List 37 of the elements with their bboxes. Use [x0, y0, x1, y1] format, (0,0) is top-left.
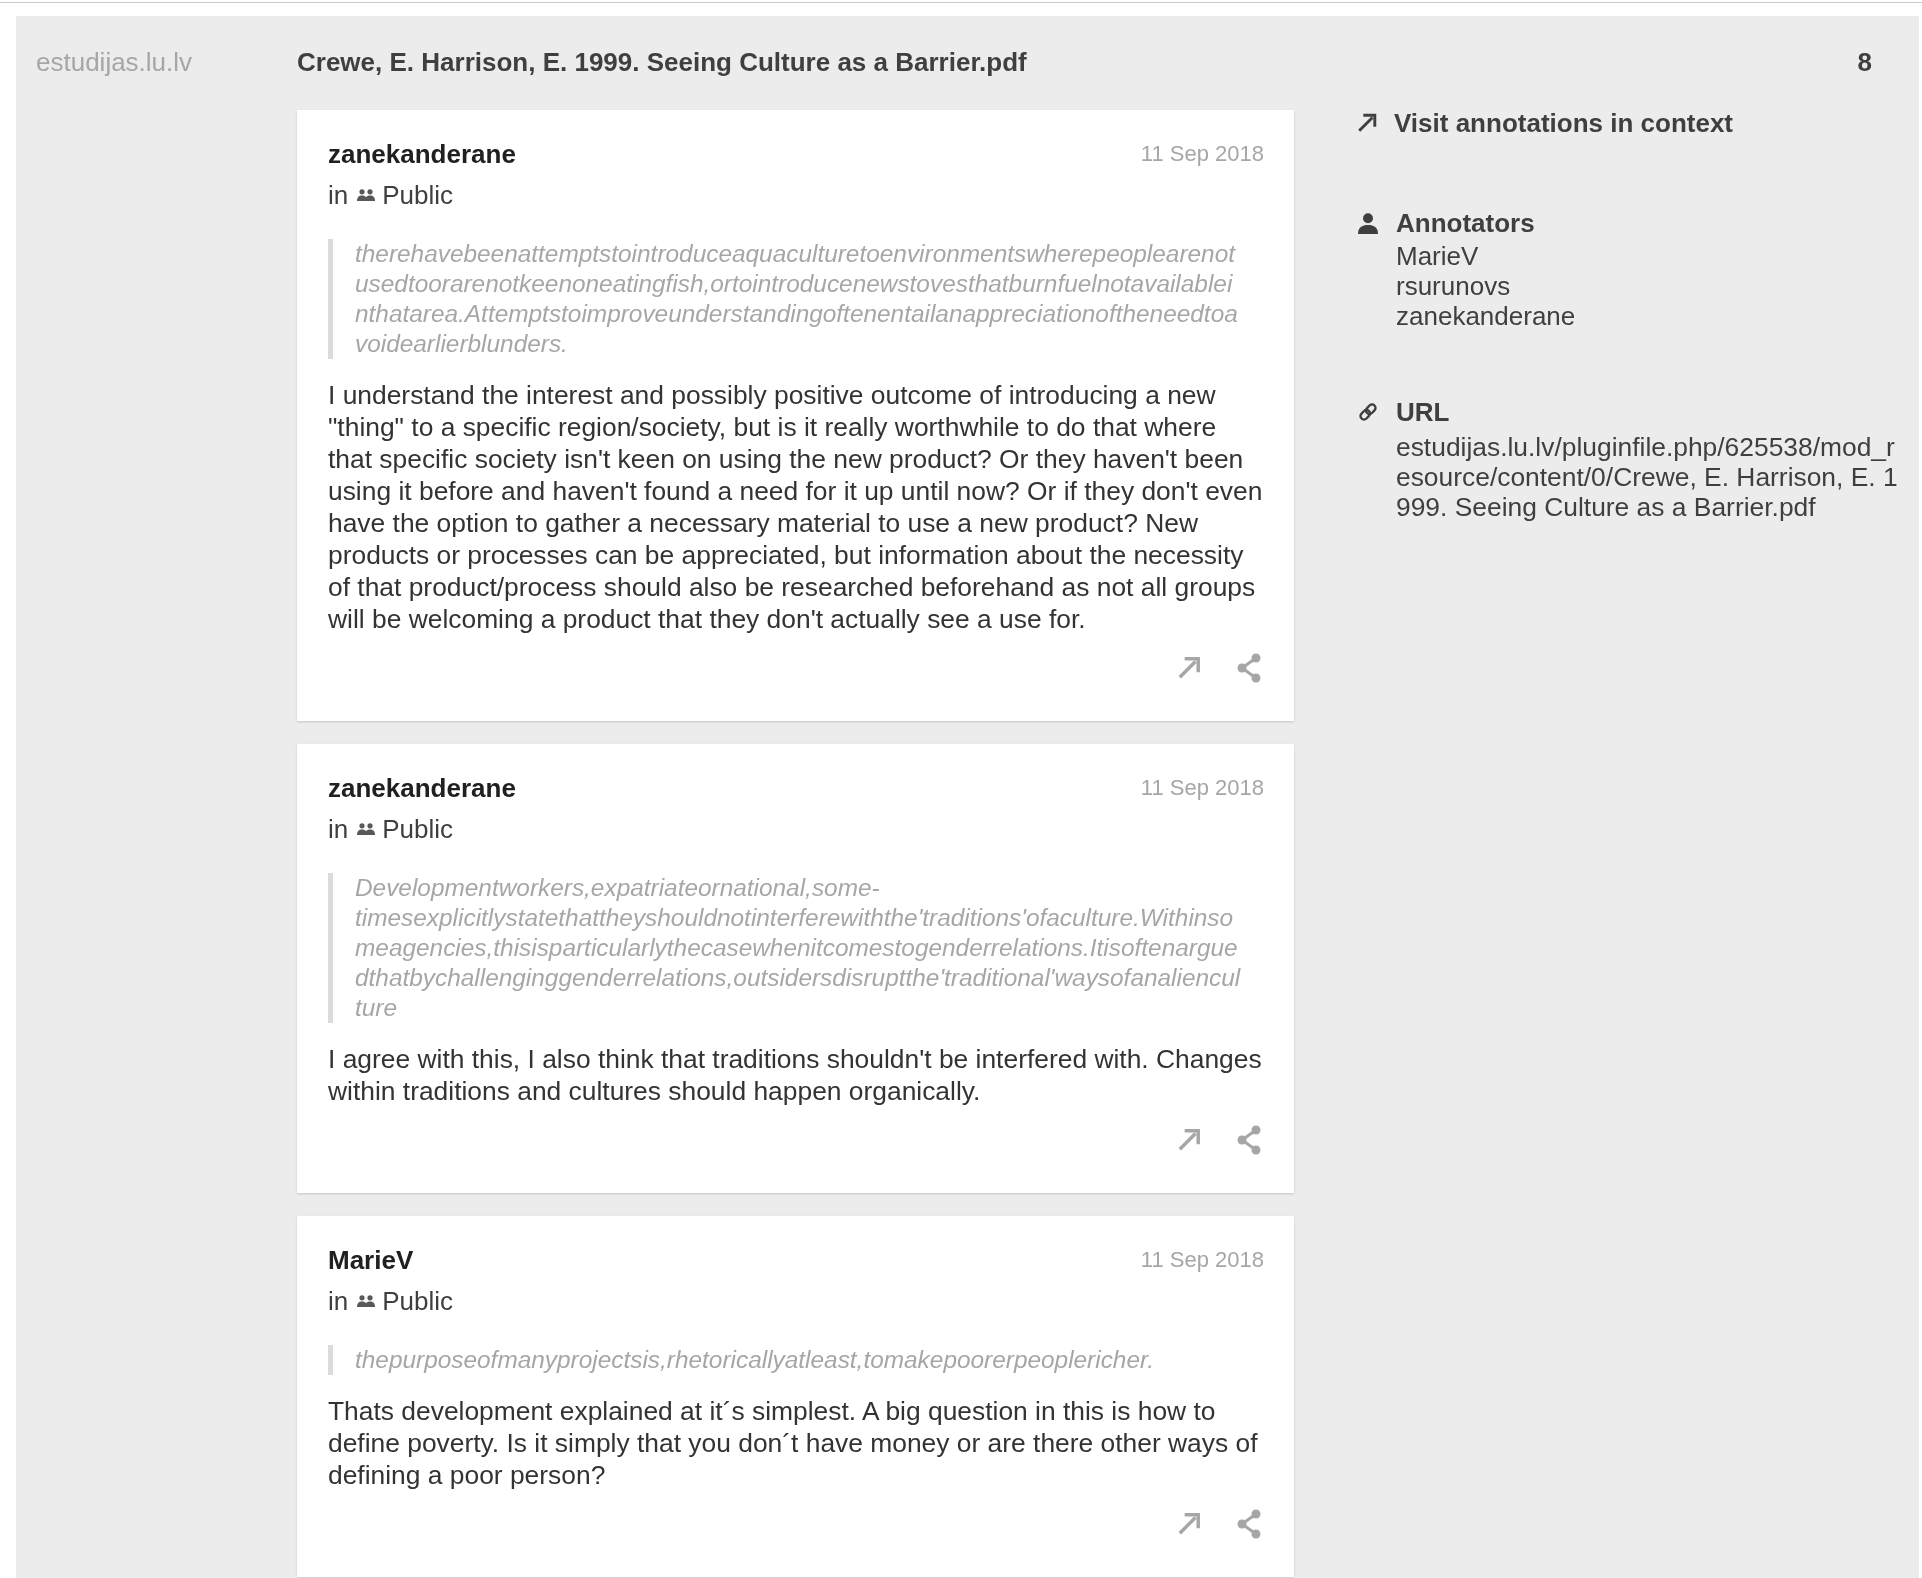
share-icon: [1237, 1125, 1261, 1155]
comment-text: I agree with this, I also think that traditions shouldn't be interfered with. Changes within traditions and cultures should happen organically.: [328, 1043, 1263, 1107]
scope-label: in: [328, 813, 349, 845]
link-icon: [1357, 401, 1379, 423]
scope-label: in: [328, 179, 349, 211]
visit-context-link[interactable]: Visit annotations in context: [1356, 108, 1733, 138]
annotator-name: rsurunovs: [1396, 271, 1511, 301]
people-icon: [357, 1295, 376, 1307]
annotation-count: 8: [1857, 46, 1872, 78]
quoted-text: Developmentworkers,expatriateornational,some-timesexplicitlystatethattheyshouldnotinterferewiththe'traditions'ofaculture.Withinsomeagencies,thisisparticularlythecasewhenitcomestogenderrelations.Itisoftenarguedthatbychallenginggenderrelations,outsidersdisruptthe'traditional'waysofanalienculture: [328, 873, 1264, 1023]
person-icon: [1358, 212, 1378, 234]
arrow-icon: [1176, 1127, 1202, 1153]
url-text: estudijas.lu.lv/pluginfile.php/625538/mod_resource/content/0/Crewe, E. Harrison, E. 1999. Seeing Culture as a Barrier.pdf: [1396, 432, 1899, 522]
share-icon: [1237, 653, 1261, 683]
annotators-heading: Annotators: [1396, 208, 1535, 238]
people-icon: [357, 823, 376, 835]
username-link[interactable]: MarieV: [328, 1244, 414, 1276]
username-link[interactable]: zanekanderane: [328, 138, 516, 170]
scope-label: in: [328, 1285, 349, 1317]
annotator-name: MarieV: [1396, 241, 1479, 271]
group-link[interactable]: Public: [357, 179, 454, 211]
people-icon: [357, 189, 376, 201]
comment-text: I understand the interest and possibly positive outcome of introducing a new "thing" to a specific region/society, but is it really worthwhile to do that where that specific society isn't keen on using the new product? Or they haven't been using it before and haven't found a need for it up until now? Or if they don't even have the option to gather a necessary material to use a new product? New products or processes can be appreciated, but information about the necessity of that product/process should also be researched beforehand as not all groups will be welcoming a product that they don't actually see a use for.: [328, 379, 1264, 635]
group-link[interactable]: Public: [357, 1285, 454, 1317]
quoted-text: thepurposeofmanyprojectsis,rhetoricallyatleast,tomakepoorerpeoplericher.: [328, 1345, 1264, 1375]
arrow-icon: [1356, 112, 1378, 134]
arrow-icon: [1176, 1511, 1202, 1537]
share-icon: [1237, 1509, 1261, 1539]
username-link[interactable]: zanekanderane: [328, 772, 516, 804]
arrow-icon: [1176, 655, 1202, 681]
document-title: Crewe, E. Harrison, E. 1999. Seeing Culture as a Barrier.pdf: [297, 46, 1027, 78]
site-name: estudijas.lu.lv: [36, 46, 193, 78]
comment-text: Thats development explained at it´s simplest. A big question in this is how to define poverty. Is it simply that you don´t have money or are there other ways of defining a poor person?: [328, 1395, 1259, 1491]
url-heading: URL: [1396, 397, 1450, 427]
group-link[interactable]: Public: [357, 813, 454, 845]
quoted-text: therehavebeenattemptstointroduceaquaculturetoenvironmentswherepeoplearenotusedtoorarenotkeenoneatingfish,ortointroducenewstovesthatburnfuelnotavailableinthatarea.Attemptstoimproveunderstandingoftenentailanappreciationoftheneedtoavoidearlierblunders.: [328, 239, 1264, 359]
annotator-name: zanekanderane: [1396, 301, 1576, 331]
